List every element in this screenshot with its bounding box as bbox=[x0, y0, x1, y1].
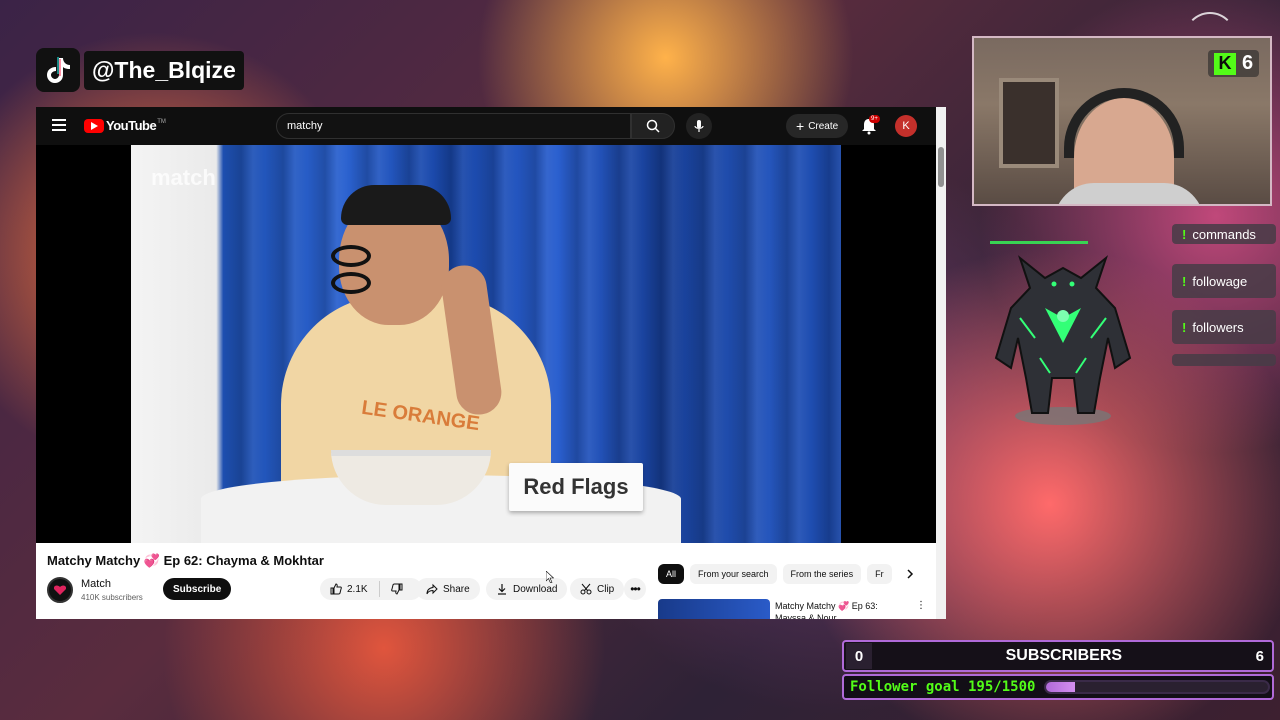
red-flags-card: Red Flags bbox=[509, 463, 643, 511]
clip-button[interactable]: Clip bbox=[570, 578, 625, 600]
monster-avatar-icon bbox=[994, 255, 1132, 425]
recommendation-filter-chips: All From your search From the series Fr bbox=[658, 564, 928, 586]
monster-health-bar bbox=[990, 241, 1088, 244]
video-watermark: match bbox=[151, 165, 216, 190]
kick-icon: K bbox=[1214, 52, 1236, 75]
chip-all[interactable]: All bbox=[658, 564, 685, 584]
video-player[interactable]: match LE ORANGE Red Flags bbox=[36, 145, 936, 543]
subscriber-goal-start: 0 bbox=[846, 643, 872, 669]
follower-goal-bar: Follower goal 195/1500 bbox=[842, 674, 1274, 700]
channel-subscriber-count: 410K subscribers bbox=[81, 593, 143, 602]
youtube-logo-text: YouTube bbox=[106, 118, 157, 133]
download-button[interactable]: Download bbox=[486, 578, 568, 600]
search-button[interactable] bbox=[631, 113, 675, 139]
tiktok-handle-badge: @The_Blqize bbox=[36, 48, 244, 92]
kick-viewer-badge: K 6 bbox=[1208, 50, 1260, 77]
recommendation-title[interactable]: Matchy Matchy 💞 Ep 63: Mayssa & Nour bbox=[775, 600, 905, 619]
like-dislike-group: 2.1K bbox=[320, 578, 422, 600]
recommendation-menu-icon[interactable]: ⋮ bbox=[916, 600, 926, 611]
bot-command-commands: ! commands bbox=[1172, 224, 1276, 244]
dislike-icon[interactable] bbox=[390, 583, 403, 595]
youtube-window: YouTube TM matchy + Create 9+ K match LE… bbox=[36, 107, 946, 619]
video-frame: match LE ORANGE Red Flags bbox=[131, 145, 841, 543]
youtube-logo[interactable]: YouTube TM bbox=[84, 118, 166, 133]
subscribe-button[interactable]: Subscribe bbox=[163, 578, 232, 600]
share-button[interactable]: Share bbox=[416, 578, 480, 600]
chevron-right-icon bbox=[907, 569, 914, 579]
menu-icon[interactable] bbox=[52, 119, 66, 134]
like-count: 2.1K bbox=[347, 583, 368, 595]
more-actions-button[interactable]: ••• bbox=[624, 578, 646, 600]
more-icon: ••• bbox=[630, 582, 641, 596]
scissors-icon bbox=[580, 583, 592, 595]
follower-goal-track bbox=[1044, 680, 1270, 694]
trademark-label: TM bbox=[157, 118, 166, 125]
mouse-cursor-icon bbox=[546, 571, 554, 583]
chip-from-the-series[interactable]: From the series bbox=[782, 564, 862, 584]
follower-goal-text: Follower goal 195/1500 bbox=[850, 679, 1036, 695]
subscriber-goal-label: SUBSCRIBERS bbox=[1005, 647, 1123, 664]
bot-command-followers: ! followers bbox=[1172, 310, 1276, 344]
tiktok-handle: @The_Blqize bbox=[84, 50, 244, 90]
plus-icon: + bbox=[796, 118, 805, 134]
page-scrollbar[interactable] bbox=[936, 107, 946, 619]
search-input[interactable]: matchy bbox=[276, 113, 631, 139]
youtube-header: YouTube TM matchy + Create 9+ K bbox=[36, 107, 946, 145]
tiktok-icon bbox=[36, 48, 80, 92]
create-button[interactable]: + Create bbox=[786, 114, 849, 138]
create-label: Create bbox=[808, 120, 839, 132]
chips-next-button[interactable] bbox=[902, 566, 918, 582]
bot-command-next bbox=[1172, 354, 1276, 366]
subscriber-goal-target: 6 bbox=[1255, 647, 1264, 665]
mic-icon bbox=[694, 120, 704, 132]
bot-command-followage: ! followage bbox=[1172, 264, 1276, 298]
channel-avatar[interactable] bbox=[47, 577, 73, 603]
notification-badge: 9+ bbox=[869, 115, 880, 123]
voice-search-button[interactable] bbox=[686, 113, 712, 139]
subscriber-goal-bar: 0 SUBSCRIBERS 6 bbox=[842, 640, 1274, 672]
youtube-logo-icon bbox=[84, 118, 104, 133]
follower-goal-fill bbox=[1046, 682, 1075, 692]
kick-viewer-count: 6 bbox=[1242, 52, 1254, 74]
channel-name[interactable]: Match bbox=[81, 578, 111, 590]
account-avatar[interactable]: K bbox=[895, 115, 917, 137]
video-title: Matchy Matchy 💞 Ep 62: Chayma & Mokhtar bbox=[47, 553, 324, 568]
download-label: Download bbox=[513, 583, 558, 595]
like-icon[interactable] bbox=[330, 583, 342, 595]
download-icon bbox=[498, 584, 506, 595]
recommendation-thumbnail[interactable] bbox=[658, 599, 770, 619]
search-icon bbox=[646, 119, 660, 133]
share-label: Share bbox=[443, 583, 470, 595]
chip-truncated[interactable]: Fr bbox=[867, 564, 892, 584]
share-icon bbox=[426, 583, 438, 595]
clip-label: Clip bbox=[597, 583, 615, 595]
chip-from-your-search[interactable]: From your search bbox=[690, 564, 777, 584]
